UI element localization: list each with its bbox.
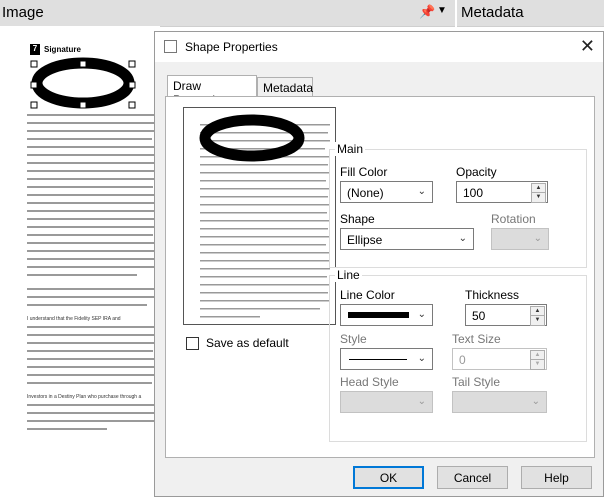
document-paragraph: I understand that the Fidelity SEP IRA a… (27, 316, 121, 322)
line-style-dropdown[interactable]: ⌄ (340, 348, 433, 370)
line-style-sample (349, 359, 407, 360)
opacity-label: Opacity (456, 165, 497, 179)
window-icon (164, 40, 177, 53)
opacity-stepper[interactable]: 100 ▲ ▼ (456, 181, 548, 203)
help-button[interactable]: Help (521, 466, 592, 489)
head-style-label: Head Style (340, 375, 399, 389)
rotation-dropdown[interactable]: ⌄ (491, 228, 549, 250)
main-group-label: Main (335, 142, 366, 156)
image-panel-header: Image 📌 ▼ (0, 0, 455, 27)
dialog-title: Shape Properties (185, 40, 278, 54)
thickness-stepper[interactable]: 50 ▲ ▼ (465, 304, 547, 326)
preview-document (199, 114, 330, 318)
shape-properties-dialog: Shape Properties ✕ Draw Properties Metad… (154, 31, 604, 497)
text-size-stepper[interactable]: 0 ▲ ▼ (452, 348, 547, 370)
tail-style-label: Tail Style (452, 375, 501, 389)
line-color-dropdown[interactable]: ⌄ (340, 304, 433, 326)
line-group-label: Line (335, 268, 362, 282)
shape-dropdown[interactable]: Ellipse ⌄ (340, 228, 474, 250)
chevron-down-icon[interactable]: ▼ (437, 5, 447, 16)
ok-button[interactable]: OK (353, 466, 424, 489)
style-label: Style (340, 332, 367, 346)
chevron-down-icon: ⌄ (458, 233, 467, 244)
dialog-titlebar[interactable]: Shape Properties ✕ (155, 32, 603, 62)
thickness-label: Thickness (465, 288, 520, 302)
save-as-default-checkbox[interactable] (186, 337, 199, 350)
metadata-panel-header: Metadata (457, 0, 604, 27)
chevron-down-icon: ⌄ (417, 353, 426, 364)
fill-color-dropdown[interactable]: (None) ⌄ (340, 181, 433, 203)
tail-style-dropdown[interactable]: ⌄ (452, 391, 547, 413)
chevron-down-icon: ⌄ (417, 396, 426, 407)
chevron-down-icon: ⌄ (417, 186, 426, 197)
line-color-swatch (348, 312, 409, 318)
chevron-down-icon: ⌄ (533, 233, 542, 244)
decrement-icon[interactable]: ▼ (531, 192, 546, 203)
tab-draw-properties[interactable]: Draw Properties (167, 75, 257, 107)
shape-label: Shape (340, 212, 375, 226)
cancel-button[interactable]: Cancel (437, 466, 508, 489)
text-size-label: Text Size (452, 332, 501, 346)
chevron-down-icon: ⌄ (531, 396, 540, 407)
document-page: 7 Signature I understand that the Fideli… (0, 26, 160, 497)
preview-ellipse (199, 114, 305, 162)
close-icon[interactable]: ✕ (580, 36, 595, 57)
main-group: Main Fill Color (None) ⌄ Opacity 100 ▲ ▼… (329, 142, 587, 268)
shape-preview (183, 107, 336, 325)
head-style-dropdown[interactable]: ⌄ (340, 391, 433, 413)
rotation-label: Rotation (491, 212, 536, 226)
image-panel-title: Image (2, 4, 44, 21)
fill-color-label: Fill Color (340, 165, 388, 179)
metadata-panel-title: Metadata (461, 4, 524, 21)
line-group: Line Line Color ⌄ Thickness 50 ▲ ▼ Style… (329, 268, 587, 442)
chevron-down-icon: ⌄ (417, 309, 426, 320)
save-as-default-label[interactable]: Save as default (206, 336, 289, 350)
draw-properties-panel: Main Fill Color (None) ⌄ Opacity 100 ▲ ▼… (165, 96, 595, 458)
pin-icon[interactable]: 📌 (419, 4, 435, 20)
decrement-icon[interactable]: ▼ (530, 359, 545, 370)
tab-metadata[interactable]: Metadata (257, 77, 313, 97)
document-paragraph: Investors in a Destiny Plan who purchase… (27, 394, 142, 400)
decrement-icon[interactable]: ▼ (530, 315, 545, 326)
line-color-label: Line Color (340, 288, 395, 302)
